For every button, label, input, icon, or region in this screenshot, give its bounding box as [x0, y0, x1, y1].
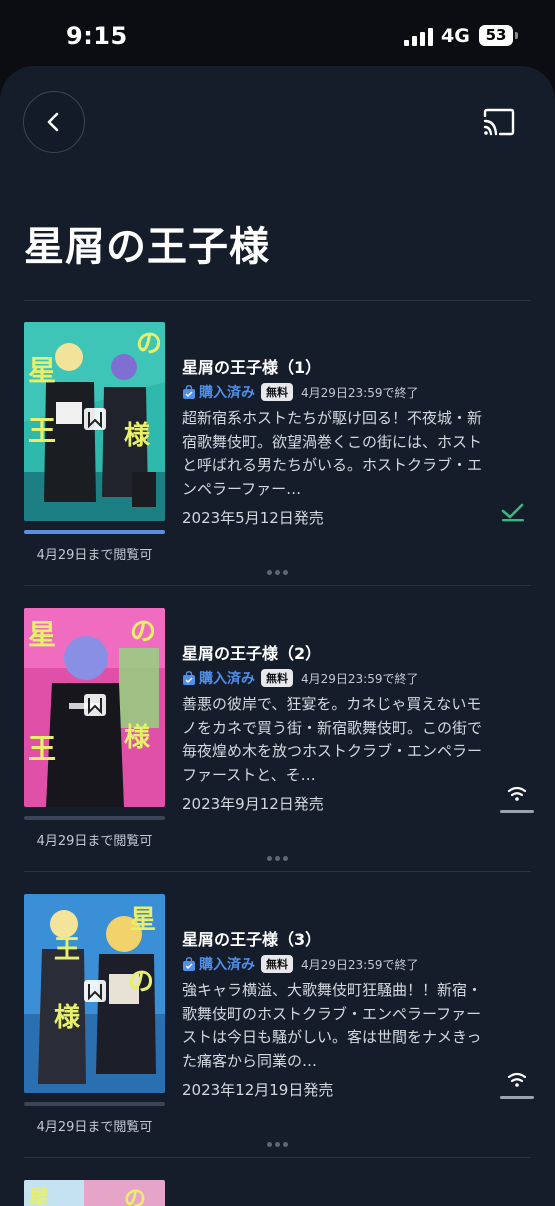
svg-text:星: 星 [28, 354, 56, 387]
read-progress-bar [24, 1102, 165, 1106]
more-options-icon[interactable] [267, 570, 289, 576]
signal-icon [404, 28, 436, 46]
svg-text:星: 星 [130, 905, 156, 935]
more-options-icon[interactable] [267, 1142, 289, 1148]
status-time: 9:15 [66, 22, 128, 50]
volume-description: 善悪の彼岸で、狂宴を。カネじゃ買えないモノをカネで買う街・新宿歌舞伎町。この街で… [182, 695, 483, 784]
more-options-icon[interactable] [267, 856, 289, 862]
deadline-label: 4月29日23:59で終了 [301, 385, 419, 400]
release-date: 2023年12月19日発売 [182, 1081, 334, 1099]
divider [24, 585, 531, 586]
read-progress-bar [24, 816, 165, 820]
svg-text:様: 様 [124, 722, 151, 753]
purchased-bag-icon [183, 957, 195, 971]
svg-text:の: の [136, 329, 162, 359]
volume-item-1[interactable]: 星 王 様 の 4月29日まで閲覧可 星屑の王子様（1） 購入済み 無料 4月2… [0, 322, 555, 607]
svg-text:の: の [128, 967, 154, 997]
deadline-label: 4月29日23:59で終了 [301, 957, 419, 972]
divider [24, 871, 531, 872]
divider [24, 1157, 531, 1158]
svg-text:の: の [130, 617, 156, 647]
download-icon[interactable] [500, 1069, 534, 1103]
svg-text:星: 星 [28, 1187, 50, 1206]
volume-item-3[interactable]: 星 の 王 様 4月29日まで閲覧可 星屑の王子様（3） 購入済み 無料 4月2… [0, 894, 555, 1179]
volume-title: 星屑の王子様（1） [182, 358, 322, 377]
release-date: 2023年9月12日発売 [182, 795, 324, 813]
purchased-label: 購入済み [199, 957, 255, 973]
cover-image[interactable]: 星 の 王 様 [24, 608, 165, 807]
cover-image[interactable]: 星 の 王 様 [24, 894, 165, 1093]
availability-label: 4月29日まで閲覧可 [36, 1120, 153, 1135]
volume-item-2[interactable]: 星 の 王 様 4月29日まで閲覧可 星屑の王子様（2） 購入済み 無料 4月2… [0, 608, 555, 893]
volume-description: 超新宿系ホストたちが駆け回る！不夜城・新宿歌舞伎町。欲望渦巻くこの街には、ホスト… [182, 409, 483, 498]
svg-text:星: 星 [28, 618, 56, 651]
back-button[interactable] [23, 91, 85, 153]
divider [24, 300, 531, 301]
read-progress-bar [24, 530, 165, 534]
svg-text:様: 様 [124, 420, 151, 451]
svg-text:王: 王 [54, 935, 80, 965]
volume-description: 強キャラ横溢、大歌舞伎町狂騒曲！！新宿・歌舞伎町のホストクラブ・エンペラーファー… [182, 981, 483, 1070]
free-badge: 無料 [261, 669, 293, 687]
battery-icon: 53 [479, 25, 513, 46]
battery-tip [515, 32, 518, 39]
download-icon[interactable] [500, 783, 534, 817]
chevron-left-icon [47, 112, 59, 132]
svg-text:王: 王 [28, 732, 56, 765]
availability-label: 4月29日まで閲覧可 [36, 834, 153, 849]
release-date: 2023年5月12日発売 [182, 509, 324, 527]
free-badge: 無料 [261, 383, 293, 401]
svg-text:の: の [124, 1187, 146, 1206]
page-title: 星屑の王子様 [24, 224, 270, 270]
network-label: 4G [441, 25, 470, 47]
cover-image[interactable]: 星 王 様 の [24, 322, 165, 521]
cast-button[interactable] [482, 108, 516, 136]
status-bar: 9:15 4G 53 [0, 0, 555, 70]
cover-image[interactable]: 星 の [24, 1180, 165, 1206]
purchased-bag-icon [183, 385, 195, 399]
volume-title: 星屑の王子様（3） [182, 930, 322, 949]
check-icon[interactable] [500, 502, 526, 522]
svg-text:王: 王 [28, 414, 56, 447]
volume-title: 星屑の王子様（2） [182, 644, 322, 663]
volume-list-sheet: 星屑の王子様 星 王 様 の 4月29日まで閲覧可 星屑の王子様（1） 購入済み… [0, 66, 555, 1206]
purchased-label: 購入済み [199, 671, 255, 687]
availability-label: 4月29日まで閲覧可 [36, 548, 153, 563]
deadline-label: 4月29日23:59で終了 [301, 671, 419, 686]
svg-text:様: 様 [54, 1002, 81, 1033]
purchased-label: 購入済み [199, 385, 255, 401]
cast-icon [483, 108, 515, 136]
free-badge: 無料 [261, 955, 293, 973]
purchased-bag-icon [183, 671, 195, 685]
